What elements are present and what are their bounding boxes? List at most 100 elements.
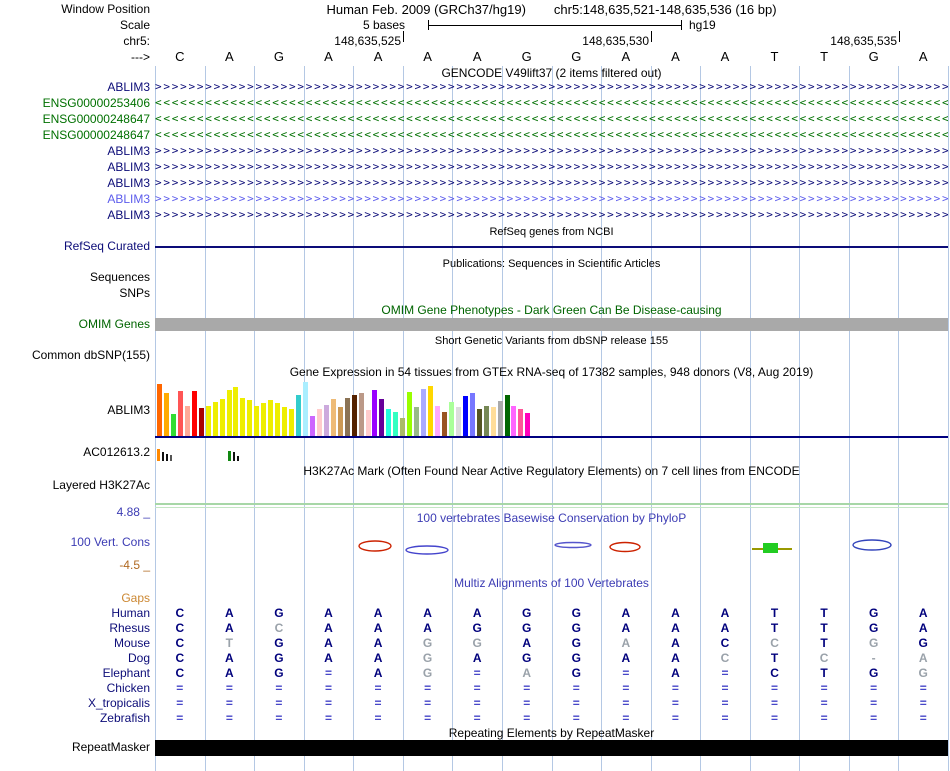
gene-arrow-row[interactable]: <<<<<<<<<<<<<<<<<<<<<<<<<<<<<<<<<<<<<<<<… [155,128,948,141]
repeatmasker-label[interactable]: RepeatMasker [0,740,150,754]
gtex-bar[interactable] [205,406,211,436]
species-label-rhesus[interactable]: Rhesus [0,621,150,635]
gene-label-ablim3[interactable]: ABLIM3 [0,160,150,174]
gtex-bar[interactable] [344,398,350,436]
gene-label-ablim3[interactable]: ABLIM3 [0,192,150,206]
gtex-bar[interactable] [212,402,218,436]
gtex-bar[interactable] [511,406,517,436]
gtex-bar[interactable] [219,399,225,436]
gtex-bar[interactable] [414,407,420,436]
ac012613-label[interactable]: AC012613.2 [0,445,150,459]
gene-label-ensg248647[interactable]: ENSG00000248647 [0,128,150,142]
gtex-bar[interactable] [504,395,510,436]
ac-mark[interactable] [237,456,239,461]
refseq-curated-label[interactable]: RefSeq Curated [0,239,150,253]
ac-mark[interactable] [162,452,164,461]
gtex-bar[interactable] [296,395,301,436]
gtex-bar[interactable] [254,406,260,436]
gene-label-ablim3[interactable]: ABLIM3 [0,176,150,190]
gtex-bar[interactable] [323,405,329,436]
gene-arrow-row[interactable]: >>>>>>>>>>>>>>>>>>>>>>>>>>>>>>>>>>>>>>>>… [155,160,948,173]
gtex-bar[interactable] [469,393,475,436]
gtex-bar[interactable] [476,409,482,436]
species-label-xtropicalis[interactable]: X_tropicalis [0,696,150,710]
gtex-bar[interactable] [490,407,496,436]
gtex-gene-baseline[interactable] [155,436,948,438]
gene-label-ablim3[interactable]: ABLIM3 [0,144,150,158]
gtex-bar[interactable] [289,409,295,436]
gtex-bar[interactable] [337,407,343,436]
gene-arrow-row[interactable]: >>>>>>>>>>>>>>>>>>>>>>>>>>>>>>>>>>>>>>>>… [155,144,948,157]
gtex-bar[interactable] [316,409,322,436]
sequences-label[interactable]: Sequences [0,270,150,284]
gtex-bar[interactable] [184,406,190,436]
gtex-bar[interactable] [525,413,531,436]
gtex-bar[interactable] [518,409,524,436]
gtex-bar[interactable] [233,387,239,436]
gtex-bar[interactable] [421,389,427,436]
gtex-bar[interactable] [275,403,281,436]
gtex-bar[interactable] [497,401,503,436]
gtex-bar[interactable] [191,391,197,436]
gene-arrow-row[interactable]: <<<<<<<<<<<<<<<<<<<<<<<<<<<<<<<<<<<<<<<<… [155,96,948,109]
gtex-bar[interactable] [226,390,232,436]
gtex-bar[interactable] [198,408,204,436]
gtex-bar[interactable] [407,392,413,436]
gtex-bar[interactable] [330,399,336,436]
species-label-zebrafish[interactable]: Zebrafish [0,711,150,725]
gene-arrow-row[interactable]: >>>>>>>>>>>>>>>>>>>>>>>>>>>>>>>>>>>>>>>>… [155,192,948,205]
gene-arrow-row[interactable]: <<<<<<<<<<<<<<<<<<<<<<<<<<<<<<<<<<<<<<<<… [155,112,948,125]
refseq-curated-line[interactable] [155,246,948,248]
gtex-bar[interactable] [428,386,434,436]
species-label-human[interactable]: Human [0,606,150,620]
gtex-bar[interactable] [441,412,447,436]
gtex-bar[interactable] [462,396,468,436]
gtex-bar[interactable] [163,393,169,436]
snps-label[interactable]: SNPs [0,286,150,300]
gene-label-ensg253406[interactable]: ENSG00000253406 [0,96,150,110]
gtex-bar[interactable] [351,395,357,436]
gtex-bar[interactable] [435,406,440,436]
ac-mark[interactable] [170,455,172,461]
gtex-bar[interactable] [302,382,308,436]
ac-mark[interactable] [157,449,160,461]
gtex-bar[interactable] [455,407,461,436]
gtex-bar[interactable] [240,398,246,436]
gtex-bar[interactable] [247,400,253,436]
gene-arrow-row[interactable]: >>>>>>>>>>>>>>>>>>>>>>>>>>>>>>>>>>>>>>>>… [155,208,948,221]
gtex-bar[interactable] [157,384,162,436]
omim-genes-label[interactable]: OMIM Genes [0,317,150,331]
gene-label-ensg248647[interactable]: ENSG00000248647 [0,112,150,126]
ac-mark[interactable] [166,454,168,461]
common-dbsnp-label[interactable]: Common dbSNP(155) [0,348,150,362]
gtex-bar[interactable] [268,400,274,436]
gtex-bar[interactable] [261,403,267,436]
repeatmasker-bar[interactable] [155,740,948,756]
multiz-gaps-label[interactable]: Gaps [0,591,150,605]
gtex-bar[interactable] [400,418,406,436]
species-label-elephant[interactable]: Elephant [0,666,150,680]
gtex-gene-label[interactable]: ABLIM3 [0,403,150,417]
gtex-bar[interactable] [365,410,371,436]
omim-gene-bar[interactable] [155,318,948,331]
gtex-bar[interactable] [448,402,454,436]
species-label-mouse[interactable]: Mouse [0,636,150,650]
gene-label-ablim3[interactable]: ABLIM3 [0,80,150,94]
gtex-bar[interactable] [379,399,385,436]
ac-mark[interactable] [233,452,235,461]
gtex-bar[interactable] [170,414,176,436]
layered-h3k27ac-label[interactable]: Layered H3K27Ac [0,478,150,492]
gtex-bar[interactable] [282,407,288,436]
gtex-bar[interactable] [309,416,315,436]
conservation-track-label[interactable]: 100 Vert. Cons [0,535,150,549]
gene-arrow-row[interactable]: >>>>>>>>>>>>>>>>>>>>>>>>>>>>>>>>>>>>>>>>… [155,176,948,189]
gtex-bar[interactable] [372,390,378,436]
gtex-bar[interactable] [483,406,489,436]
gene-label-ablim3[interactable]: ABLIM3 [0,208,150,222]
gtex-bar[interactable] [393,412,399,436]
gtex-bar[interactable] [386,409,392,436]
gtex-bar[interactable] [177,391,183,436]
ac-mark[interactable] [228,451,231,461]
species-label-chicken[interactable]: Chicken [0,681,150,695]
gene-arrow-row[interactable]: >>>>>>>>>>>>>>>>>>>>>>>>>>>>>>>>>>>>>>>>… [155,80,948,93]
